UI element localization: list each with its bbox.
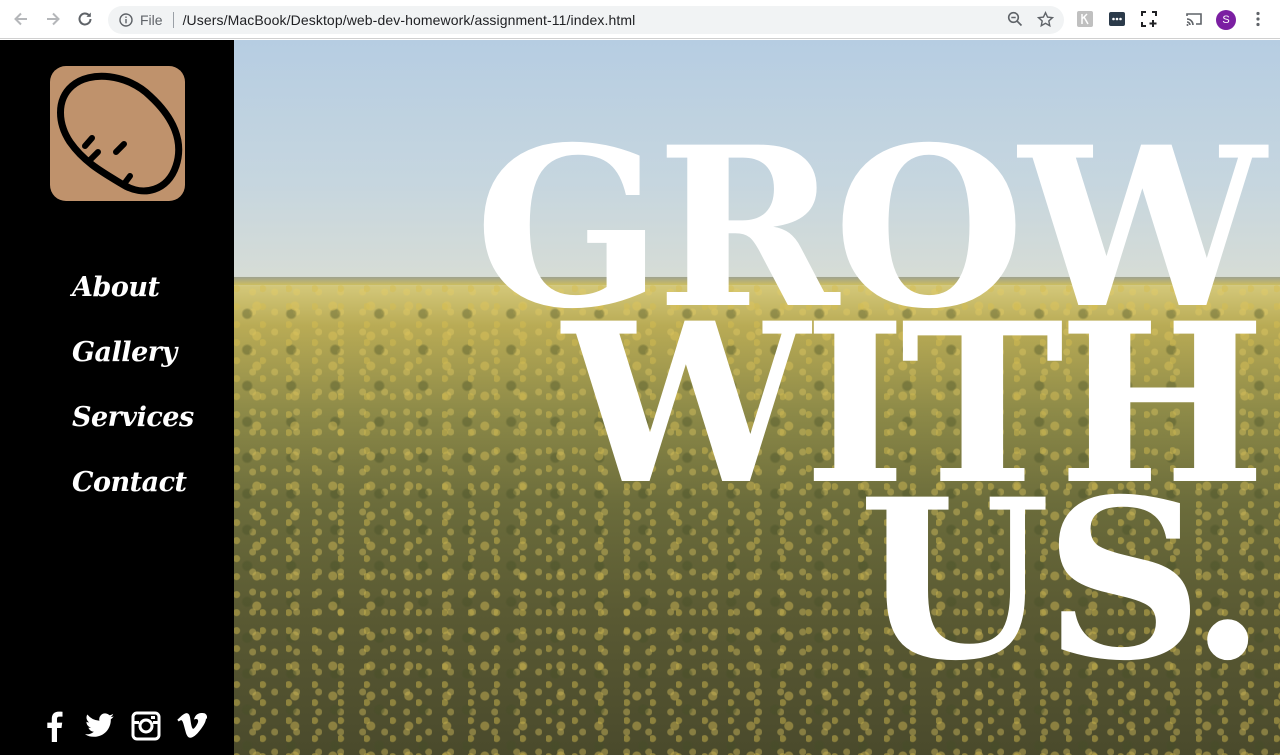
browser-toolbar: File /Users/MacBook/Desktop/web-dev-home… <box>0 0 1280 39</box>
logo[interactable] <box>50 66 185 201</box>
url-scheme: File <box>140 12 163 28</box>
hero-section: GROW WITH US. <box>234 40 1280 755</box>
facebook-icon[interactable] <box>38 710 69 742</box>
url-text[interactable]: /Users/MacBook/Desktop/web-dev-homework/… <box>183 12 636 28</box>
back-icon[interactable] <box>10 8 32 30</box>
extension-icon[interactable] <box>1139 9 1159 29</box>
vimeo-icon[interactable] <box>176 710 207 742</box>
address-bar[interactable]: File /Users/MacBook/Desktop/web-dev-home… <box>108 6 1064 34</box>
info-icon[interactable] <box>119 13 133 27</box>
reload-icon[interactable] <box>74 8 96 30</box>
forward-icon[interactable] <box>42 8 64 30</box>
twitter-icon[interactable] <box>84 710 115 742</box>
extension-icon[interactable] <box>1107 9 1127 29</box>
menu-icon[interactable] <box>1248 9 1268 29</box>
nav-about[interactable]: About <box>72 268 194 333</box>
hero-headline: GROW WITH US. <box>460 118 1266 690</box>
zoom-icon[interactable] <box>1007 11 1023 31</box>
profile-avatar[interactable]: S <box>1216 10 1236 30</box>
nav-services[interactable]: Services <box>72 398 194 463</box>
extension-icon[interactable] <box>1075 9 1095 29</box>
nav-contact[interactable]: Contact <box>72 463 194 528</box>
instagram-icon[interactable] <box>130 710 161 742</box>
potato-icon <box>57 72 183 195</box>
main-nav: About Gallery Services Contact <box>72 268 194 528</box>
sidebar: About Gallery Services Contact <box>0 40 234 755</box>
star-icon[interactable] <box>1036 11 1055 31</box>
url-divider <box>172 12 174 28</box>
nav-gallery[interactable]: Gallery <box>72 333 194 398</box>
cast-icon[interactable] <box>1184 9 1204 29</box>
social-links <box>38 710 207 742</box>
